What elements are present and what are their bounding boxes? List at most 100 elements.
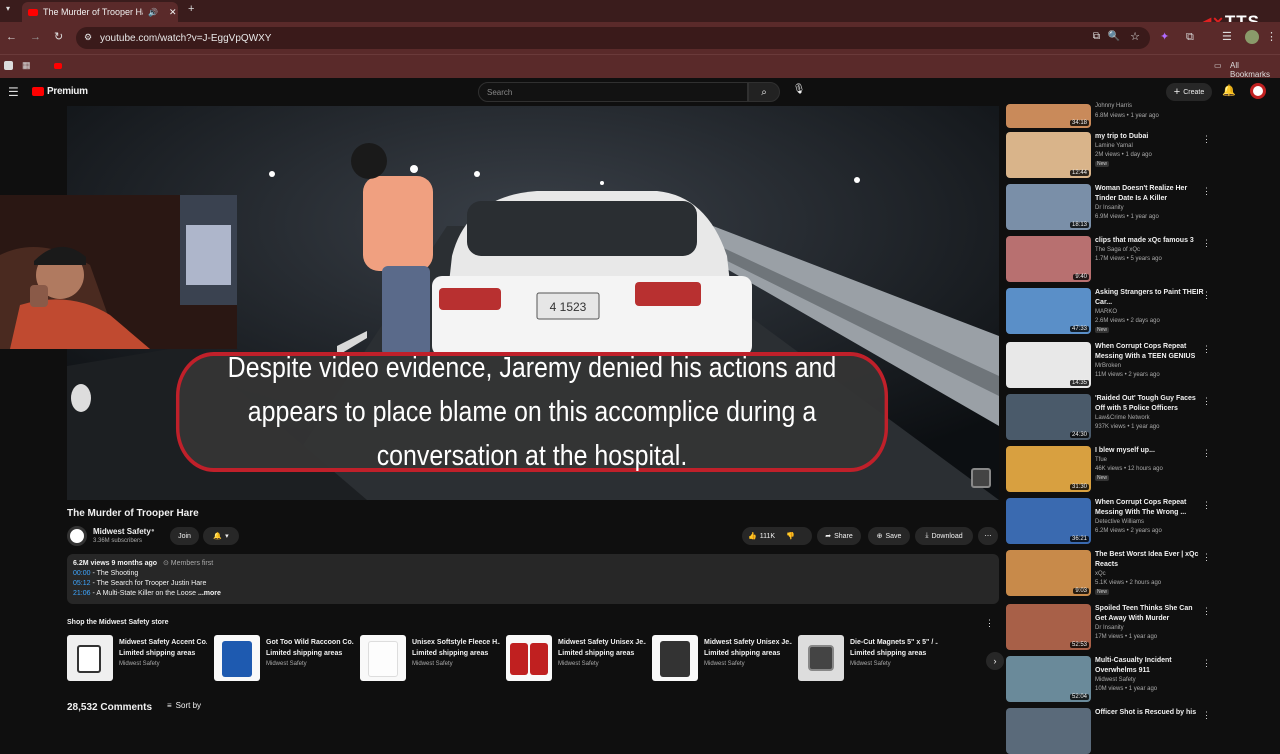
video-channel[interactable]: Tfue	[1095, 456, 1107, 465]
recommended-video[interactable]: 52:53 Spoiled Teen Thinks She Can Get Awa…	[1006, 604, 1216, 650]
video-menu-icon[interactable]: ⋮	[1202, 238, 1211, 249]
video-menu-icon[interactable]: ⋮	[1202, 658, 1211, 669]
recommended-video[interactable]: 9:03 The Best Worst Idea Ever | xQc React…	[1006, 550, 1216, 596]
show-more-link[interactable]: ...more	[198, 590, 221, 597]
video-thumbnail[interactable]: 9:03	[1006, 550, 1091, 596]
video-thumbnail[interactable]: 34:18	[1006, 104, 1091, 128]
recommended-video[interactable]: 14:35 When Corrupt Cops Repeat Messing Wi…	[1006, 342, 1216, 388]
video-channel[interactable]: MARKO	[1095, 308, 1117, 317]
store-item[interactable]: Midwest Safety Unisex Je... Limited shipp…	[506, 635, 646, 685]
store-item[interactable]: Midwest Safety Unisex Je... Limited shipp…	[652, 635, 792, 685]
back-icon[interactable]: ←	[6, 32, 17, 43]
video-title[interactable]: Multi-Casualty Incident Overwhelms 911	[1095, 656, 1205, 676]
voice-search-icon[interactable]: 🎙	[792, 84, 806, 98]
store-item[interactable]: Midwest Safety Accent Co... Limited shipp…	[67, 635, 207, 685]
channel-avatar[interactable]	[67, 526, 87, 546]
recommended-video[interactable]: 31:30 I blew myself up... Tfue 46K views • …	[1006, 446, 1216, 492]
channel-watermark-icon[interactable]	[971, 468, 991, 488]
video-channel[interactable]: xQc	[1095, 570, 1106, 579]
video-thumbnail[interactable]: 18:13	[1006, 184, 1091, 230]
search-input[interactable]: Search	[478, 82, 748, 102]
all-bookmarks-link[interactable]: All Bookmarks	[1230, 61, 1280, 79]
share-button[interactable]: ➦ Share	[817, 527, 861, 545]
video-title[interactable]: I blew myself up...	[1095, 446, 1205, 456]
video-channel[interactable]: Midwest Safety	[1095, 676, 1136, 685]
video-menu-icon[interactable]: ⋮	[1202, 606, 1211, 617]
recommended-video[interactable]: 52:04 Multi-Casualty Incident Overwhelms …	[1006, 656, 1216, 702]
store-next-button[interactable]: ›	[986, 652, 1004, 670]
store-item[interactable]: Got Too Wild Raccoon Co... Limited shippi…	[214, 635, 354, 685]
site-info-icon[interactable]: ⚙	[84, 32, 92, 43]
video-thumbnail[interactable]: 14:35	[1006, 342, 1091, 388]
recommended-video[interactable]: 36:21 When Corrupt Cops Repeat Messing Wi…	[1006, 498, 1216, 544]
speaker-icon[interactable]: 🔊	[148, 8, 158, 17]
search-button[interactable]: ⌕	[748, 82, 780, 102]
video-menu-icon[interactable]: ⋮	[1202, 186, 1211, 197]
video-title[interactable]: Asking Strangers to Paint THEIR Car...	[1095, 288, 1205, 308]
description-box[interactable]: 6.2M views 9 months ago ⊙ Members first …	[67, 554, 999, 604]
video-channel[interactable]: MrBroken	[1095, 362, 1121, 371]
recommended-video[interactable]: 47:33 Asking Strangers to Paint THEIR Car…	[1006, 288, 1216, 334]
save-button[interactable]: ⊕ Save	[868, 527, 910, 545]
extension-icon[interactable]: ✦	[1160, 32, 1169, 43]
video-title[interactable]: Woman Doesn't Realize Her Tinder Date Is…	[1095, 184, 1205, 204]
video-thumbnail[interactable]	[1006, 708, 1091, 754]
video-title[interactable]: Spoiled Teen Thinks She Can Get Away Wit…	[1095, 604, 1205, 624]
video-thumbnail[interactable]: 9:40	[1006, 236, 1091, 282]
video-menu-icon[interactable]: ⋮	[1202, 344, 1211, 355]
tab-menu-icon[interactable]: ▾	[6, 5, 10, 13]
bookmark-star-icon[interactable]: ☆	[1130, 30, 1140, 43]
more-actions-button[interactable]: ⋯	[978, 527, 998, 545]
video-thumbnail[interactable]: 12:44	[1006, 132, 1091, 178]
chapter-timestamp[interactable]: 05:12	[73, 580, 91, 587]
store-item[interactable]: Unisex Softstyle Fleece H... Limited ship…	[360, 635, 500, 685]
forward-icon[interactable]: →	[30, 32, 41, 43]
video-thumbnail[interactable]: 31:30	[1006, 446, 1091, 492]
profile-avatar[interactable]	[1245, 30, 1259, 44]
video-title[interactable]: The Best Worst Idea Ever | xQc Reacts	[1095, 550, 1205, 570]
video-thumbnail[interactable]: 36:21	[1006, 498, 1091, 544]
recommended-video[interactable]: Officer Shot is Rescued by his ⋮	[1006, 708, 1216, 754]
url-bar[interactable]: ⚙ youtube.com/watch?v=J-EggVpQWXY ⧉ 🔍 ☆	[76, 27, 1150, 49]
reading-list-icon[interactable]: ☰	[1222, 32, 1232, 43]
subscribe-bell-button[interactable]: 🔔 ▾	[203, 527, 239, 545]
zoom-icon[interactable]: 🔍	[1108, 31, 1120, 42]
video-menu-icon[interactable]: ⋮	[1202, 448, 1211, 459]
video-menu-icon[interactable]: ⋮	[1202, 552, 1211, 563]
chapter-timestamp[interactable]: 00:00	[73, 570, 91, 577]
video-title[interactable]: Officer Shot is Rescued by his	[1095, 708, 1205, 718]
video-title[interactable]: When Corrupt Cops Repeat Messing With Th…	[1095, 498, 1205, 518]
video-menu-icon[interactable]: ⋮	[1202, 134, 1211, 145]
sort-by-button[interactable]: ≡ Sort by	[167, 701, 201, 710]
video-title[interactable]: clips that made xQc famous 3	[1095, 236, 1205, 246]
video-menu-icon[interactable]: ⋮	[1202, 710, 1211, 721]
video-channel[interactable]: The Saga of xQc	[1095, 246, 1140, 255]
recommended-video[interactable]: 12:44 my trip to Dubai Lamine Yamal 2M view…	[1006, 132, 1216, 178]
reload-icon[interactable]: ↻	[54, 32, 63, 43]
video-menu-icon[interactable]: ⋮	[1202, 500, 1211, 511]
store-menu-icon[interactable]: ⋮	[985, 618, 994, 629]
video-thumbnail[interactable]: 47:33	[1006, 288, 1091, 334]
video-channel[interactable]: Lamine Yamal	[1095, 142, 1133, 151]
notifications-bell-icon[interactable]: 🔔	[1222, 86, 1236, 97]
video-channel[interactable]: Dr Insanity	[1095, 204, 1124, 213]
user-avatar[interactable]	[1250, 83, 1266, 99]
video-title[interactable]: When Corrupt Cops Repeat Messing With a …	[1095, 342, 1205, 362]
video-thumbnail[interactable]: 24:30	[1006, 394, 1091, 440]
youtube-logo[interactable]: Premium	[32, 86, 88, 97]
download-button[interactable]: ⤓ Download	[915, 527, 973, 545]
video-thumbnail[interactable]: 52:04	[1006, 656, 1091, 702]
youtube-bookmark-icon[interactable]	[54, 63, 62, 69]
browser-tab[interactable]: The Murder of Trooper Hare 🔊 ✕	[22, 2, 178, 22]
apps-grid-icon[interactable]: ▦	[22, 61, 31, 70]
bookmark-page-icon[interactable]	[4, 61, 13, 70]
join-button[interactable]: Join	[170, 527, 199, 545]
store-item[interactable]: Die-Cut Magnets 5" x 5" / ... Limited shi…	[798, 635, 938, 685]
new-tab-icon[interactable]: +	[188, 4, 194, 15]
chrome-menu-icon[interactable]: ⋮	[1266, 32, 1277, 43]
video-channel[interactable]: Johnny Harris	[1095, 102, 1132, 111]
video-channel[interactable]: Dr Insanity	[1095, 624, 1124, 633]
video-channel[interactable]: Law&Crime Network	[1095, 414, 1150, 423]
dislike-button[interactable]: 👎	[786, 532, 795, 540]
create-button[interactable]: + Create	[1166, 83, 1212, 101]
